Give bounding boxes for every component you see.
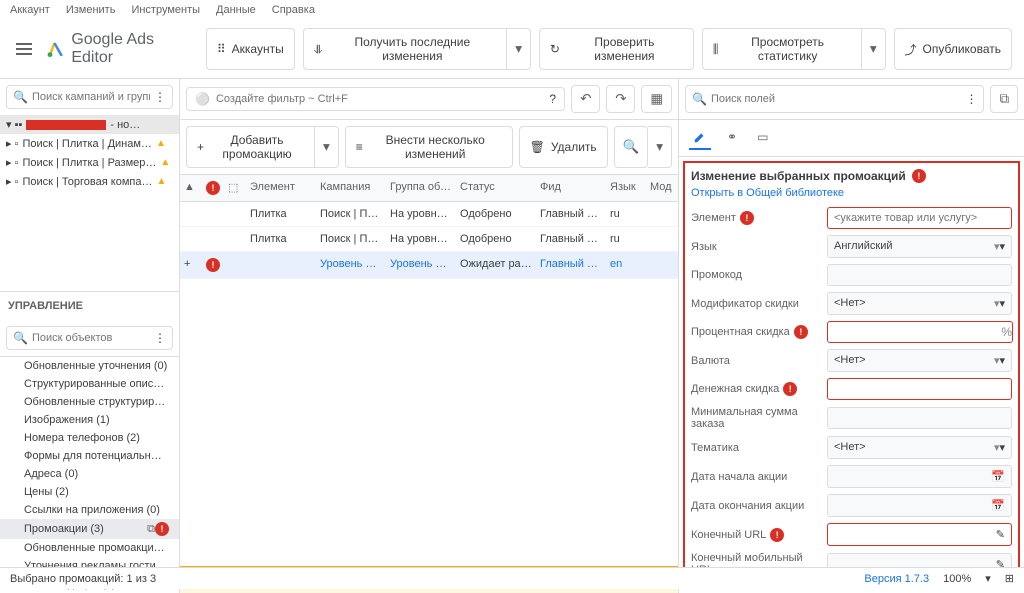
form-row: Валюта<Нет>▾: [691, 349, 1012, 372]
form-dropdown[interactable]: <Нет>▾: [827, 436, 1012, 459]
version[interactable]: Версия 1.7.3: [864, 573, 929, 585]
tree-item[interactable]: ▸ ▫ Поиск | Плитка | Размер… ▲: [0, 153, 179, 172]
form-date[interactable]: 📅: [827, 465, 1012, 488]
add-promo-caret[interactable]: ▾: [315, 126, 339, 168]
object-item[interactable]: Промоакции (3) ⧉ !: [0, 519, 179, 539]
form-row: Промокод: [691, 264, 1012, 286]
form-date[interactable]: 📅: [827, 494, 1012, 517]
help-icon[interactable]: ?: [549, 92, 556, 106]
stats-caret[interactable]: ▾: [862, 28, 886, 70]
table-row[interactable]: ПлиткаПоиск | Плит…На уровне ка…Одобрено…: [180, 227, 678, 252]
object-item[interactable]: Ссылки на приложения (0): [0, 501, 179, 519]
object-item[interactable]: Формы для потенциальных к…: [0, 447, 179, 465]
search-icon: 🔍: [692, 92, 707, 106]
publish-button[interactable]: ⤴ Опубликовать: [894, 28, 1012, 70]
center-panel: ⚪ ? ↶ ↷ ▦ + Добавить промоакцию▾ ≡ Внест…: [180, 79, 679, 593]
app-title: Google Ads Editor: [71, 31, 196, 67]
multi-edit-button[interactable]: ≡ Внести несколько изменений: [345, 126, 513, 168]
form-dropdown[interactable]: <Нет>▾: [827, 292, 1012, 315]
object-item[interactable]: Цены (2): [0, 483, 179, 501]
form-input[interactable]: [827, 264, 1012, 286]
status-bar: Выбрано промоакций: 1 из 3 Версия 1.7.3 …: [0, 567, 1024, 589]
form-row: Тематика<Нет>▾: [691, 436, 1012, 459]
campaign-tree: ▾ ▪▪ - но…▸ ▫ Поиск | Плитка | Динам… ▲▸…: [0, 115, 179, 291]
form-row: Дата начала акции📅: [691, 465, 1012, 488]
form-row: Денежная скидка !: [691, 378, 1012, 400]
app-menu: Аккаунт Изменить Инструменты Данные Справка: [0, 0, 1024, 20]
tree-item[interactable]: ▸ ▫ Поиск | Плитка | Динам… ▲: [0, 134, 179, 153]
accounts-button[interactable]: ⠿ Аккаунты: [206, 28, 295, 70]
menu-icon[interactable]: [12, 39, 36, 59]
filter-icon: ⚪: [195, 92, 210, 106]
tree-item[interactable]: ▾ ▪▪ - но…: [0, 115, 179, 134]
object-item[interactable]: Структурированные описани…: [0, 375, 179, 393]
get-changes-caret[interactable]: ▾: [507, 28, 531, 70]
filter-input[interactable]: ⚪ ?: [186, 87, 565, 111]
form-url[interactable]: ✎: [827, 523, 1012, 546]
menu-Изменить[interactable]: Изменить: [66, 4, 116, 16]
object-item[interactable]: Обновленные структурирова…: [0, 393, 179, 411]
form-input[interactable]: [827, 378, 1012, 400]
object-item[interactable]: Адреса (0): [0, 465, 179, 483]
form-input[interactable]: [827, 407, 1012, 429]
object-list: Обновленные уточнения (0)Структурированн…: [0, 356, 179, 593]
field-search[interactable]: 🔍 ⋮: [685, 85, 984, 113]
table-row[interactable]: ПлиткаПоиск | Плит…На уровне ка…Одобрено…: [180, 202, 678, 227]
form-area: Изменение выбранных промоакций! Открыть …: [683, 161, 1020, 589]
campaign-search[interactable]: 🔍 ⋮: [6, 85, 173, 109]
tab-comment[interactable]: ▭: [753, 126, 772, 150]
manage-header: УПРАВЛЕНИЕ: [0, 291, 179, 320]
logo: Google Ads Editor: [46, 31, 196, 67]
search-button[interactable]: 🔍: [614, 126, 649, 168]
object-item[interactable]: Обновленные промоакции (0): [0, 539, 179, 557]
form-row: Процентная скидка !%: [691, 321, 1012, 343]
header: Google Ads Editor ⠿ Аккаунты ⥥ Получить …: [0, 20, 1024, 79]
more-icon[interactable]: ⋮: [154, 331, 166, 345]
object-search-input[interactable]: [32, 332, 150, 344]
data-table: ▲!⬚ЭлементКампанияГруппа объявл…СтатусФи…: [180, 175, 678, 566]
form-row: Конечный URL !✎: [691, 523, 1012, 546]
stats-button[interactable]: ⫼ Просмотреть статистику: [702, 28, 862, 70]
menu-Аккаунт[interactable]: Аккаунт: [10, 4, 50, 16]
tree-item[interactable]: ▸ ▫ Поиск | Торговая компа… ▲: [0, 172, 179, 191]
form-row: ЯзыкАнглийский▾: [691, 235, 1012, 258]
search-icon: 🔍: [13, 90, 28, 104]
object-item[interactable]: Изображения (1): [0, 411, 179, 429]
more-icon[interactable]: ⋮: [154, 90, 166, 104]
object-search[interactable]: 🔍 ⋮: [6, 326, 173, 350]
form-row: Дата окончания акции📅: [691, 494, 1012, 517]
add-promo-button[interactable]: + Добавить промоакцию: [186, 126, 315, 168]
delete-button[interactable]: 🗑 Удалить: [519, 126, 608, 168]
search-caret[interactable]: ▾: [648, 126, 672, 168]
object-item[interactable]: Обновленные уточнения (0): [0, 357, 179, 375]
undo-button[interactable]: ↶: [571, 85, 600, 113]
menu-Инструменты[interactable]: Инструменты: [131, 4, 200, 16]
check-changes-button[interactable]: ↻ Проверить изменения: [539, 28, 694, 70]
open-library-link[interactable]: Открыть в Общей библиотеке: [691, 187, 1012, 199]
tab-edit[interactable]: [689, 126, 711, 150]
form-dropdown[interactable]: <Нет>▾: [827, 349, 1012, 372]
more-icon[interactable]: ⋮: [965, 92, 977, 106]
form-dropdown[interactable]: Английский▾: [827, 235, 1012, 258]
menu-Справка[interactable]: Справка: [272, 4, 315, 16]
settings-icon[interactable]: ⊞: [1005, 572, 1014, 585]
popout-button[interactable]: ⧉: [990, 85, 1018, 113]
tab-link[interactable]: ⚭: [723, 126, 741, 150]
form-input[interactable]: [827, 207, 1012, 229]
object-item[interactable]: Номера телефонов (2): [0, 429, 179, 447]
error-icon: !: [912, 169, 926, 183]
redo-button[interactable]: ↷: [606, 85, 635, 113]
columns-button[interactable]: ▦: [641, 85, 672, 113]
form-row: Модификатор скидки<Нет>▾: [691, 292, 1012, 315]
form-row: Элемент !: [691, 207, 1012, 229]
left-panel: 🔍 ⋮ ▾ ▪▪ - но…▸ ▫ Поиск | Плитка | Динам…: [0, 79, 180, 593]
menu-Данные[interactable]: Данные: [216, 4, 256, 16]
right-panel: 🔍 ⋮ ⧉ ⚭ ▭ Изменение выбранных промоакций…: [679, 79, 1024, 593]
campaign-search-input[interactable]: [32, 91, 150, 103]
form-input[interactable]: [827, 321, 1013, 343]
form-row: Минимальная сумма заказа: [691, 406, 1012, 430]
search-icon: 🔍: [13, 331, 28, 345]
get-changes-button[interactable]: ⥥ Получить последние изменения: [303, 28, 507, 70]
table-row[interactable]: +!Уровень акка…Уровень акка…Ожидает расс…: [180, 252, 678, 279]
